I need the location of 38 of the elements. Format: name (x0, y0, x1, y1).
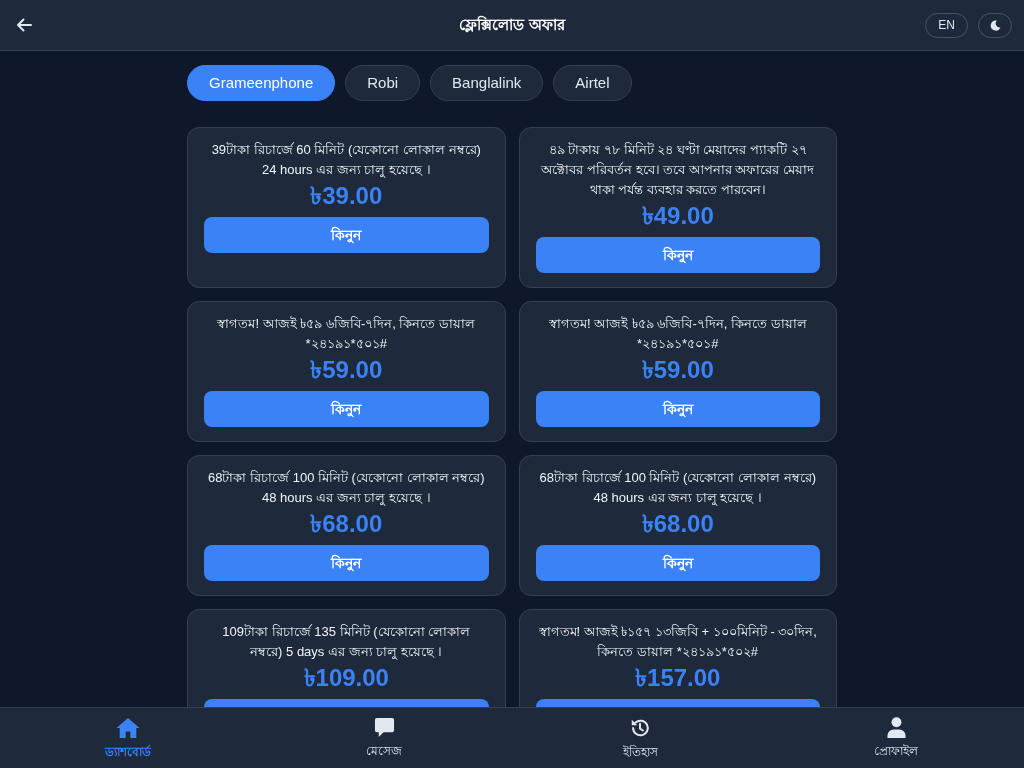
buy-button[interactable]: কিনুন (204, 391, 489, 427)
buy-button[interactable]: কিনুন (204, 217, 489, 253)
offer-description: 39টাকা রিচার্জে 60 মিনিট (যেকোনো লোকাল নম্বরে) 24 hours এর জন্য চালু হয়েছে । (210, 141, 482, 180)
offer-price: ৳68.00 (641, 509, 714, 539)
nav-tab[interactable]: মেসেজ (256, 708, 512, 768)
offer-price: ৳109.00 (303, 663, 389, 693)
offer-price: ৳49.00 (641, 201, 714, 231)
offer-description: স্বাগতম! আজই ৳৫৯ ৬জিবি-৭দিন, কিনতে ডায়াল *২৪১৯১*৫০১# (547, 315, 808, 353)
home-icon (116, 717, 140, 739)
nav-tab[interactable]: ড্যাশবোর্ড (0, 708, 256, 768)
offer-price: ৳157.00 (635, 663, 721, 693)
buy-button[interactable]: কিনুন (535, 237, 820, 273)
history-icon (629, 717, 651, 739)
offer-description: 68টাকা রিচার্জে 100 মিনিট (যেকোনো লোকাল নম্বরে) 48 hours এর জন্য চালু হয়েছে । (207, 469, 486, 508)
back-arrow-icon (16, 18, 32, 32)
offer-description: 109টাকা রিচার্জে 135 মিনিট (যেকোনো লোকাল নম্বরে) 5 days এর জন্য চালু হয়েছে । (221, 623, 472, 662)
operator-tab[interactable]: Airtel (553, 65, 632, 101)
chat-bubble-icon (373, 717, 395, 738)
user-icon (886, 717, 906, 738)
offer-price: ৳39.00 (310, 181, 383, 211)
operator-tab[interactable]: Banglalink (430, 65, 544, 101)
nav-tab[interactable]: ইতিহাস (512, 708, 768, 768)
offer-price: ৳59.00 (310, 355, 383, 385)
offer-price: ৳59.00 (641, 355, 714, 385)
buy-button[interactable]: কিনুন (535, 391, 820, 427)
nav-tab[interactable]: প্রোফাইল (768, 708, 1024, 768)
back-button[interactable] (14, 15, 34, 35)
operator-tab[interactable]: Grameenphone (187, 65, 336, 101)
operator-tab[interactable]: Robi (345, 65, 421, 101)
offer-price: ৳68.00 (310, 509, 383, 539)
offer-description: স্বাগতম! আজই ৳৫৯ ৬জিবি-৭দিন, কিনতে ডায়াল *২৪১৯১*৫০১# (216, 315, 477, 353)
moon-icon (989, 19, 1001, 31)
page-title: ফ্লেক্সিলোড অফার (459, 14, 565, 35)
buy-button[interactable]: কিনুন (204, 545, 489, 581)
offer-description: স্বাগতম! আজই ৳১৫৭ ১৩জিবি + ১০০মিনিট - ৩০দিন, কিনতে ডায়াল *২৪১৯১*৫০২# (538, 623, 817, 661)
offer-description: 68টাকা রিচার্জে 100 মিনিট (যেকোনো লোকাল নম্বরে) 48 hours এর জন্য চালু হয়েছে । (538, 469, 817, 508)
offer-description: ৪৯ টাকায় ৭৮ মিনিট ২৪ ঘণ্টা মেয়াদের প্যাকটি ২৭ অক্টোবর পরিবর্তন হবে। তবে আপনার অফারের মেয়াদ থাকা পর্যন্ত ব্যবহার করতে পারবেন। (540, 140, 816, 199)
buy-button[interactable]: কিনুন (535, 545, 820, 581)
